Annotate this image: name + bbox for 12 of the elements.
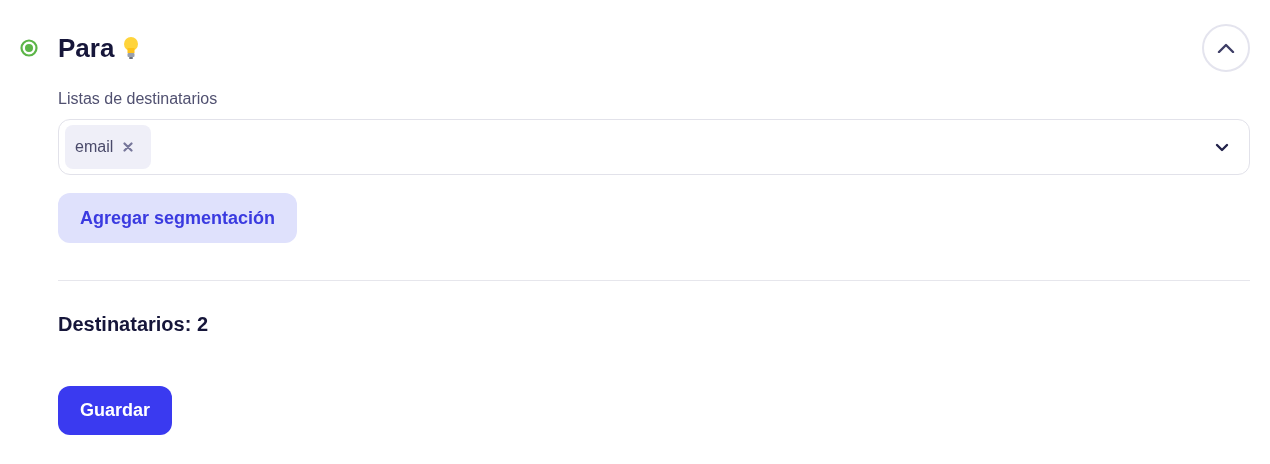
chevron-down-icon[interactable] <box>1215 142 1229 152</box>
save-button[interactable]: Guardar <box>58 386 173 435</box>
chevron-up-icon <box>1217 43 1235 53</box>
remove-icon[interactable] <box>123 142 134 152</box>
field-label: Listas de destinatarios <box>58 90 219 108</box>
email-chip[interactable]: email <box>65 125 152 169</box>
recipient-list-select[interactable]: email <box>58 119 1250 175</box>
section-title: Para <box>58 32 115 64</box>
add-segment-button[interactable]: Agregar segmentación <box>58 193 298 243</box>
recipient-count: Destinatarios: 2 <box>58 313 210 336</box>
lightbulb-icon <box>122 36 141 60</box>
status-ring-icon <box>20 39 38 57</box>
